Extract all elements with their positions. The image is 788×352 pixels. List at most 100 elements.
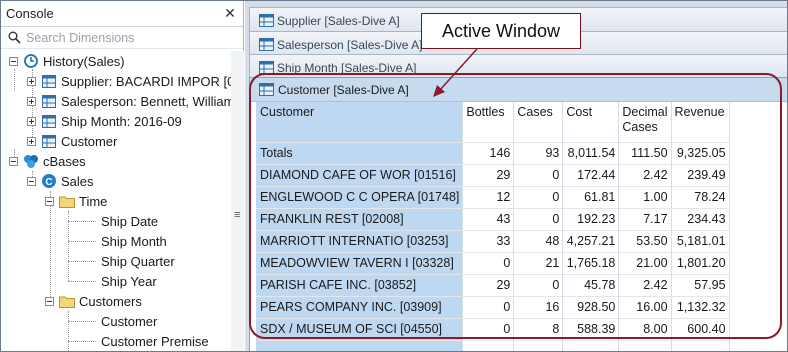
value-cell[interactable]: 9,325.05 bbox=[671, 142, 730, 165]
value-cell[interactable]: 78.24 bbox=[671, 186, 730, 209]
row-header-cell[interactable]: PEARS COMPANY INC. [03909] bbox=[256, 296, 464, 319]
value-cell[interactable]: 4,257.21 bbox=[562, 230, 620, 253]
tree-leaf-ship-date[interactable]: Ship Date bbox=[101, 211, 158, 231]
table-row[interactable]: MARRIOTT INTERNATIO [03253] 33 48 4,257.21 5… bbox=[256, 230, 730, 253]
row-header-cell[interactable]: Totals bbox=[256, 142, 464, 165]
tree-leaf-ship-quarter[interactable]: Ship Quarter bbox=[101, 251, 175, 271]
table-row[interactable]: SDX / MUSEUM OF SCI [04550] 0 8 588.39 8.00 6… bbox=[256, 318, 730, 341]
table-row[interactable]: FRANKLIN REST [02008] 43 0 192.23 7.17 234.43 bbox=[256, 208, 730, 231]
search-input[interactable] bbox=[26, 30, 226, 45]
value-cell[interactable]: 1.00 bbox=[618, 186, 672, 209]
totals-row[interactable]: Totals 146 93 8,011.54 111.50 9,325.05 bbox=[256, 142, 730, 165]
value-cell[interactable]: 8.00 bbox=[618, 318, 672, 341]
value-cell[interactable]: 146 bbox=[462, 142, 515, 165]
column-header-customer[interactable]: Customer bbox=[256, 102, 464, 143]
tree-leaf-customer-premise[interactable]: Customer Premise bbox=[101, 331, 209, 351]
tree-node-time[interactable]: Time bbox=[45, 191, 107, 211]
row-header-cell[interactable]: DIAMOND CAFE OF WOR [01516] bbox=[256, 164, 464, 187]
value-cell[interactable]: 33 bbox=[462, 230, 515, 253]
search-bar[interactable] bbox=[1, 27, 243, 49]
collapse-icon[interactable] bbox=[27, 176, 36, 186]
value-cell[interactable]: 12 bbox=[462, 186, 515, 209]
value-cell[interactable]: 0 bbox=[513, 164, 564, 187]
value-cell[interactable]: 600.40 bbox=[671, 318, 730, 341]
value-cell[interactable]: 0 bbox=[513, 274, 564, 297]
tree-leaf-ship-month[interactable]: Ship Month bbox=[101, 231, 167, 251]
value-cell[interactable]: 5,181.01 bbox=[671, 230, 730, 253]
value-cell[interactable]: 0 bbox=[462, 296, 515, 319]
active-window[interactable]: Customer [Sales-Dive A] Customer Bottles… bbox=[249, 77, 787, 351]
tree-leaf-ship-year[interactable]: Ship Year bbox=[101, 271, 157, 291]
value-cell[interactable]: 29 bbox=[462, 274, 515, 297]
tree-node-customers[interactable]: Customers bbox=[45, 291, 142, 311]
tree-node-cbases[interactable]: cBases bbox=[9, 151, 86, 171]
column-header-bottles[interactable]: Bottles bbox=[462, 102, 515, 143]
row-header-cell[interactable]: MARRIOTT INTERNATIO [03253] bbox=[256, 230, 464, 253]
table-row[interactable]: PARISH CAFE INC. [03852] 29 0 45.78 2.42 57.9… bbox=[256, 274, 730, 297]
value-cell[interactable]: 29 bbox=[462, 164, 515, 187]
table-row[interactable]: ENGLEWOOD C C OPERA [01748] 12 0 61.81 1.00 7… bbox=[256, 186, 730, 209]
value-cell[interactable]: 0 bbox=[513, 208, 564, 231]
table-row[interactable]: DIAMOND CAFE OF WOR [01516] 29 0 172.44 2.42… bbox=[256, 164, 730, 187]
expand-icon[interactable] bbox=[27, 116, 36, 126]
column-header-decimal-cases[interactable]: Decimal Cases bbox=[618, 102, 672, 143]
tree-node-ship-month[interactable]: Ship Month: 2016-09 bbox=[27, 111, 182, 131]
value-cell[interactable]: 1,132.32 bbox=[671, 296, 730, 319]
grip-icon[interactable]: ≡ bbox=[234, 209, 240, 221]
expand-icon[interactable] bbox=[27, 96, 36, 106]
collapse-icon[interactable] bbox=[9, 156, 18, 166]
column-header-cases[interactable]: Cases bbox=[513, 102, 564, 143]
value-cell[interactable]: 16.00 bbox=[618, 296, 672, 319]
tree-node-supplier[interactable]: Supplier: BACARDI IMPOR [0 bbox=[27, 71, 231, 91]
column-header-cost[interactable]: Cost bbox=[562, 102, 620, 143]
value-cell[interactable]: 172.44 bbox=[562, 164, 620, 187]
active-window-titlebar[interactable]: Customer [Sales-Dive A] bbox=[250, 78, 787, 102]
value-cell[interactable]: 43 bbox=[462, 208, 515, 231]
value-cell[interactable]: 239.49 bbox=[671, 164, 730, 187]
collapse-icon[interactable] bbox=[45, 196, 54, 206]
value-cell[interactable]: 8,011.54 bbox=[562, 142, 620, 165]
value-cell[interactable]: 2.42 bbox=[618, 274, 672, 297]
row-header-cell[interactable]: ENGLEWOOD C C OPERA [01748] bbox=[256, 186, 464, 209]
value-cell[interactable]: 21 bbox=[513, 252, 564, 275]
tree-node-history[interactable]: History(Sales) bbox=[9, 51, 125, 71]
collapse-icon[interactable] bbox=[9, 56, 18, 66]
value-cell[interactable]: 588.39 bbox=[562, 318, 620, 341]
value-cell[interactable]: 57.95 bbox=[671, 274, 730, 297]
value-cell[interactable]: 234.43 bbox=[671, 208, 730, 231]
panel-splitter[interactable]: ≡ bbox=[231, 51, 244, 351]
row-header-cell[interactable]: MEADOWVIEW TAVERN I [03328] bbox=[256, 252, 464, 275]
value-cell[interactable]: 111.50 bbox=[618, 142, 672, 165]
tree-node-sales[interactable]: C Sales bbox=[27, 171, 94, 191]
tree-node-salesperson[interactable]: Salesperson: Bennett, William bbox=[27, 91, 231, 111]
value-cell[interactable]: 0 bbox=[513, 186, 564, 209]
row-header-cell[interactable]: FRANKLIN REST [02008] bbox=[256, 208, 464, 231]
value-cell[interactable]: 53.50 bbox=[618, 230, 672, 253]
value-cell[interactable]: 16 bbox=[513, 296, 564, 319]
value-cell[interactable]: 93 bbox=[513, 142, 564, 165]
collapse-icon[interactable] bbox=[45, 296, 54, 306]
value-cell[interactable]: 8 bbox=[513, 318, 564, 341]
column-header-revenue[interactable]: Revenue bbox=[671, 102, 730, 143]
tree-leaf-customer[interactable]: Customer bbox=[101, 311, 157, 331]
value-cell[interactable]: 45.78 bbox=[562, 274, 620, 297]
table-row[interactable]: MEADOWVIEW TAVERN I [03328] 0 21 1,765.18 21… bbox=[256, 252, 730, 275]
close-icon[interactable]: ✕ bbox=[223, 5, 237, 22]
value-cell[interactable]: 1,765.18 bbox=[562, 252, 620, 275]
value-cell[interactable]: 7.17 bbox=[618, 208, 672, 231]
expand-icon[interactable] bbox=[27, 76, 36, 86]
value-cell[interactable]: 2.42 bbox=[618, 164, 672, 187]
value-cell[interactable]: 192.23 bbox=[562, 208, 620, 231]
value-cell[interactable]: 1,801.20 bbox=[671, 252, 730, 275]
value-cell[interactable]: 928.50 bbox=[562, 296, 620, 319]
value-cell[interactable]: 48 bbox=[513, 230, 564, 253]
value-cell[interactable]: 61.81 bbox=[562, 186, 620, 209]
expand-icon[interactable] bbox=[27, 136, 36, 146]
value-cell[interactable]: 21.00 bbox=[618, 252, 672, 275]
tree-node-customer[interactable]: Customer bbox=[27, 131, 117, 151]
row-header-cell[interactable]: SDX / MUSEUM OF SCI [04550] bbox=[256, 318, 464, 341]
value-cell[interactable]: 0 bbox=[462, 318, 515, 341]
table-row[interactable]: PEARS COMPANY INC. [03909] 0 16 928.50 16.00… bbox=[256, 296, 730, 319]
row-header-cell[interactable]: PARISH CAFE INC. [03852] bbox=[256, 274, 464, 297]
value-cell[interactable]: 0 bbox=[462, 252, 515, 275]
